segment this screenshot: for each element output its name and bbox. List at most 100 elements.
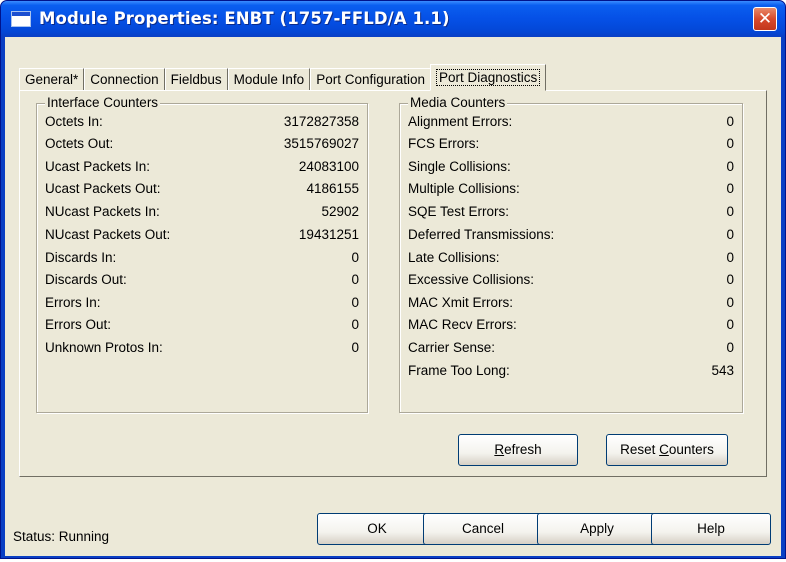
counter-value: 3172827358 <box>283 114 359 129</box>
counter-row: SQE Test Errors: 0 <box>408 204 734 226</box>
tab-bar: General* Connection Fieldbus Module Info… <box>19 64 547 91</box>
counter-value: 4186155 <box>306 181 359 196</box>
counter-label: Excessive Collisions: <box>408 272 535 287</box>
counter-value: 0 <box>351 317 359 332</box>
counter-value: 0 <box>726 340 734 355</box>
counter-label: Octets Out: <box>45 136 114 151</box>
counter-row: Multiple Collisions: 0 <box>408 181 734 203</box>
tab-port-diagnostics[interactable]: Port Diagnostics <box>430 64 547 91</box>
dialog-client-area: General* Connection Fieldbus Module Info… <box>5 37 781 556</box>
counter-value: 0 <box>726 181 734 196</box>
module-properties-window: Module Properties: ENBT (1757-FFLD/A 1.1… <box>0 0 786 559</box>
refresh-accelerator: R <box>494 442 505 457</box>
media-counters-title: Media Counters <box>408 94 508 112</box>
counter-row: Excessive Collisions: 0 <box>408 272 734 294</box>
counter-row: Late Collisions: 0 <box>408 250 734 272</box>
interface-counters-group: Interface Counters Octets In: 3172827358 … <box>36 94 368 413</box>
counter-value: 0 <box>726 136 734 151</box>
counter-row: NUcast Packets In: 52902 <box>45 204 359 226</box>
counter-label: Frame Too Long: <box>408 363 510 378</box>
tab-fieldbus[interactable]: Fieldbus <box>164 68 228 91</box>
counter-row: Octets In: 3172827358 <box>45 114 359 136</box>
tab-port-configuration[interactable]: Port Configuration <box>310 68 431 91</box>
counter-value: 0 <box>726 272 734 287</box>
counter-value: 0 <box>726 204 734 219</box>
apply-button[interactable]: Apply <box>537 513 657 545</box>
counter-label: MAC Xmit Errors: <box>408 295 514 310</box>
counter-value: 0 <box>726 250 734 265</box>
counter-label: Discards Out: <box>45 272 127 287</box>
counter-row: MAC Xmit Errors: 0 <box>408 295 734 317</box>
counter-label: Unknown Protos In: <box>45 340 163 355</box>
counter-label: NUcast Packets In: <box>45 204 160 219</box>
counter-label: MAC Recv Errors: <box>408 317 517 332</box>
counter-value: 0 <box>726 159 734 174</box>
counter-value: 0 <box>726 295 734 310</box>
tab-port-diagnostics-label: Port Diagnostics <box>436 69 541 86</box>
counter-value: 543 <box>711 363 734 378</box>
counter-row: NUcast Packets Out: 19431251 <box>45 227 359 249</box>
counter-label: SQE Test Errors: <box>408 204 510 219</box>
counter-label: NUcast Packets Out: <box>45 227 171 242</box>
counter-row: Carrier Sense: 0 <box>408 340 734 362</box>
counter-label: Late Collisions: <box>408 250 500 265</box>
counter-label: Multiple Collisions: <box>408 181 520 196</box>
counter-label: Ucast Packets In: <box>45 159 151 174</box>
counter-value: 0 <box>726 114 734 129</box>
reset-label-post: ounters <box>668 442 714 457</box>
cancel-button[interactable]: Cancel <box>423 513 543 545</box>
counter-label: Single Collisions: <box>408 159 511 174</box>
refresh-label-post: efresh <box>504 442 542 457</box>
counter-row: MAC Recv Errors: 0 <box>408 317 734 339</box>
counter-row: Alignment Errors: 0 <box>408 114 734 136</box>
counter-label: FCS Errors: <box>408 136 480 151</box>
tab-general[interactable]: General* <box>19 68 85 91</box>
counter-value: 19431251 <box>298 227 359 242</box>
reset-accelerator: C <box>659 442 669 457</box>
counter-value: 0 <box>351 250 359 265</box>
counter-row: Ucast Packets Out: 4186155 <box>45 181 359 203</box>
counter-value: 0 <box>351 272 359 287</box>
counter-row: Errors In: 0 <box>45 295 359 317</box>
counter-label: Carrier Sense: <box>408 340 496 355</box>
counter-label: Discards In: <box>45 250 117 265</box>
window-title: Module Properties: ENBT (1757-FFLD/A 1.1… <box>39 9 450 28</box>
counter-row: Unknown Protos In: 0 <box>45 340 359 362</box>
counter-row: Frame Too Long: 543 <box>408 363 734 385</box>
tab-connection[interactable]: Connection <box>84 68 165 91</box>
counter-label: Errors In: <box>45 295 101 310</box>
title-bar[interactable]: Module Properties: ENBT (1757-FFLD/A 1.1… <box>1 1 785 37</box>
refresh-button[interactable]: Refresh <box>458 434 578 466</box>
counter-row: Discards Out: 0 <box>45 272 359 294</box>
counter-label: Alignment Errors: <box>408 114 513 129</box>
counter-label: Ucast Packets Out: <box>45 181 161 196</box>
counter-row: Discards In: 0 <box>45 250 359 272</box>
ok-button[interactable]: OK <box>317 513 437 545</box>
counter-value: 0 <box>726 317 734 332</box>
counter-row: Ucast Packets In: 24083100 <box>45 159 359 181</box>
interface-counters-title: Interface Counters <box>45 94 161 112</box>
tab-module-info[interactable]: Module Info <box>227 68 311 91</box>
counter-label: Errors Out: <box>45 317 112 332</box>
close-button[interactable]: ✕ <box>753 7 777 31</box>
counter-value: 3515769027 <box>283 136 359 151</box>
counter-row: Octets Out: 3515769027 <box>45 136 359 158</box>
close-icon: ✕ <box>757 9 773 29</box>
reset-counters-button[interactable]: Reset Counters <box>606 434 728 466</box>
reset-label-pre: Reset <box>620 442 660 457</box>
counter-value: 0 <box>726 227 734 242</box>
counter-value: 24083100 <box>298 159 359 174</box>
counter-label: Deferred Transmissions: <box>408 227 555 242</box>
counter-value: 0 <box>351 295 359 310</box>
window-icon <box>11 11 31 27</box>
counter-value: 52902 <box>321 204 359 219</box>
counter-row: Errors Out: 0 <box>45 317 359 339</box>
counter-row: FCS Errors: 0 <box>408 136 734 158</box>
help-button[interactable]: Help <box>651 513 771 545</box>
port-diagnostics-panel: Interface Counters Octets In: 3172827358 … <box>19 90 767 477</box>
status-text: Status: Running <box>13 529 110 544</box>
media-counters-group: Media Counters Alignment Errors: 0 FCS Er… <box>399 94 743 413</box>
counter-label: Octets In: <box>45 114 103 129</box>
counter-value: 0 <box>351 340 359 355</box>
counter-row: Deferred Transmissions: 0 <box>408 227 734 249</box>
